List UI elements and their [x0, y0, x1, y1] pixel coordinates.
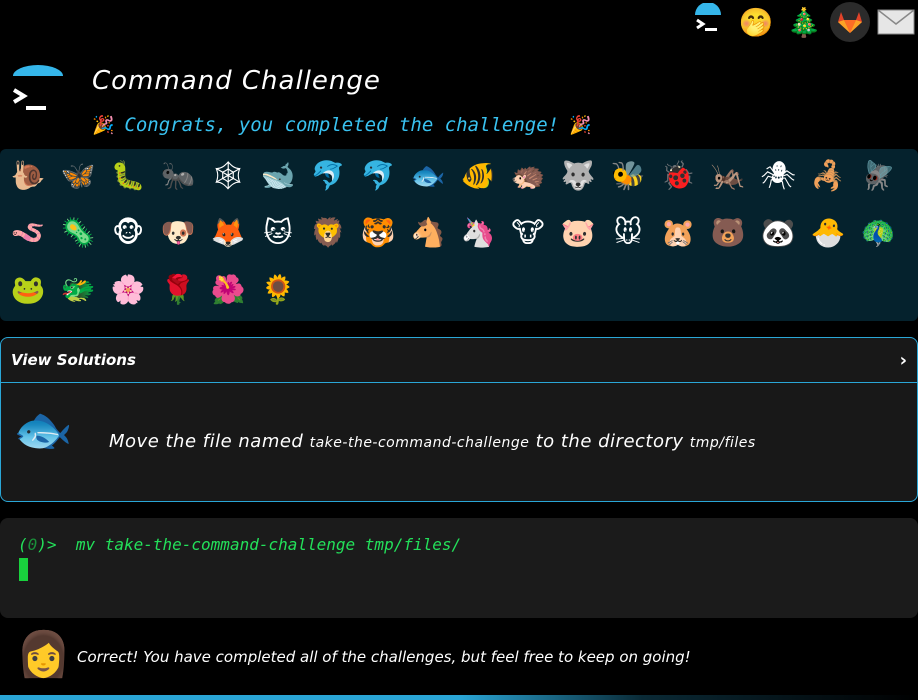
animal-badge[interactable]: 🪱 [3, 208, 53, 258]
page-title: Command Challenge [92, 66, 381, 96]
animal-badge[interactable]: 🐜 [153, 151, 203, 201]
badge-row: 🪱 🦠 🐵 🐶 🦊 🐱 🦁 🐯 🐴 🦄 🐮 🐷 🐭 🐹 🐻 🐼 🐣 🦚 [0, 208, 918, 258]
animal-badge[interactable]: 🐭 [603, 208, 653, 258]
animal-badge[interactable]: 🪰 [853, 151, 903, 201]
animal-badge[interactable]: 🐵 [103, 208, 153, 258]
animal-badge[interactable]: 🐝 [603, 151, 653, 201]
animal-badge[interactable]: 🐹 [653, 208, 703, 258]
terminal[interactable]: (0)> mv take-the-command-challenge tmp/f… [0, 518, 918, 618]
animal-badge[interactable]: 🐼 [753, 208, 803, 258]
page: 🤭 🎄 Command Challenge 🎉 Congrats, you co… [0, 0, 918, 700]
animal-badge[interactable]: 🐛 [103, 151, 153, 201]
animal-badge[interactable]: 🌸 [103, 265, 153, 315]
chevron-right-icon: › [899, 349, 907, 371]
animal-badge[interactable]: 🐴 [403, 208, 453, 258]
animal-badge[interactable]: 🦁 [303, 208, 353, 258]
animal-badge[interactable]: 🐌 [3, 151, 53, 201]
challenge-instruction: Move the file named take-the-command-cha… [109, 431, 756, 452]
animal-badge[interactable]: 🐬 [353, 151, 403, 201]
prompt-open: ( [18, 535, 28, 554]
prompt-status: 0 [27, 535, 38, 554]
footer: 👩 Correct! You have completed all of the… [0, 622, 918, 700]
animal-badge[interactable]: 🐞 [653, 151, 703, 201]
result-message: Correct! You have completed all of the c… [77, 648, 691, 666]
animal-badge[interactable]: 🐣 [803, 208, 853, 258]
terminal-command: mv take-the-command-challenge tmp/files/ [75, 535, 462, 554]
animal-badge[interactable]: 🦂 [803, 151, 853, 201]
instruction-file: take-the-command-challenge [309, 435, 530, 451]
solutions-panel: View Solutions › 🐟 Move the file named t… [0, 337, 918, 502]
animal-badge[interactable]: 🦊 [203, 208, 253, 258]
animal-badge[interactable]: 🐲 [53, 265, 103, 315]
animal-badge[interactable]: 🦄 [453, 208, 503, 258]
animal-badge[interactable]: 🐠 [453, 151, 503, 201]
instruction-prefix: Move the file named [109, 431, 304, 452]
animal-badge[interactable]: 🐸 [3, 265, 53, 315]
terminal-icon[interactable] [686, 0, 730, 44]
badge-row: 🐌 🦋 🐛 🐜 🕸 🐋 🐬 🐬 🐟 🐠 🦔 🐺 🐝 🐞 🦗 🕷 🦂 🪰 [0, 151, 918, 201]
prompt-close: )> [37, 535, 57, 554]
animal-badge[interactable]: 🐺 [553, 151, 603, 201]
top-icons: 🤭 🎄 [686, 0, 918, 44]
app-logo [10, 64, 66, 120]
instruction-dir: tmp/files [689, 435, 756, 451]
party-popper-icon: 🎉 [92, 114, 115, 136]
animal-badge[interactable]: 🌹 [153, 265, 203, 315]
hand-over-mouth-icon[interactable]: 🤭 [734, 0, 778, 44]
animal-badge[interactable]: 🦠 [53, 208, 103, 258]
christmas-tree-icon[interactable]: 🎄 [782, 0, 826, 44]
woman-avatar-icon: 👩 [16, 629, 71, 680]
terminal-cursor [19, 558, 28, 581]
view-solutions-label: View Solutions [11, 351, 136, 369]
animal-badge[interactable]: 🐬 [303, 151, 353, 201]
animal-badge[interactable]: 🦔 [503, 151, 553, 201]
animal-badge[interactable]: 🐟 [403, 151, 453, 201]
congrats-message: 🎉 Congrats, you completed the challenge!… [92, 114, 592, 136]
animal-badge[interactable]: 🦗 [703, 151, 753, 201]
congrats-text: Congrats, you completed the challenge! [124, 114, 560, 136]
fish-icon: 🐟 [13, 402, 73, 458]
animal-badge[interactable]: 🦚 [853, 208, 903, 258]
animal-badge[interactable]: 🐱 [253, 208, 303, 258]
animal-badge[interactable]: 🕸 [203, 151, 253, 201]
envelope-icon[interactable] [874, 0, 918, 44]
animal-badge[interactable]: 🦋 [53, 151, 103, 201]
animal-badge[interactable]: 🐷 [553, 208, 603, 258]
animal-badge[interactable]: 🐶 [153, 208, 203, 258]
challenge-badges: 🐌 🦋 🐛 🐜 🕸 🐋 🐬 🐬 🐟 🐠 🦔 🐺 🐝 🐞 🦗 🕷 🦂 🪰 🪱 🦠 🐵 🐶 🦊 🐱 🦁 🐯 🐴 🦄 🐮 🐷 🐭 🐹 🐻 🐼 🐣 🦚 🐸 🐲… [0, 149, 918, 321]
animal-badge[interactable]: 🐯 [353, 208, 403, 258]
gitlab-icon[interactable] [830, 2, 870, 42]
animal-badge[interactable]: 🐮 [503, 208, 553, 258]
challenge-body: 🐟 Move the file named take-the-command-c… [1, 383, 917, 501]
animal-badge[interactable]: 🐋 [253, 151, 303, 201]
animal-badge[interactable]: 🐻 [703, 208, 753, 258]
animal-badge[interactable]: 🌻 [253, 265, 303, 315]
animal-badge[interactable]: 🌺 [203, 265, 253, 315]
party-popper-icon: 🎉 [569, 114, 592, 136]
view-solutions-toggle[interactable]: View Solutions › [1, 338, 917, 383]
bottom-bar [0, 695, 918, 700]
terminal-line: (0)> mv take-the-command-challenge tmp/f… [18, 535, 461, 554]
badge-row: 🐸 🐲 🌸 🌹 🌺 🌻 [0, 265, 918, 315]
animal-badge[interactable]: 🕷 [753, 151, 803, 201]
instruction-mid: to the directory [535, 431, 684, 452]
